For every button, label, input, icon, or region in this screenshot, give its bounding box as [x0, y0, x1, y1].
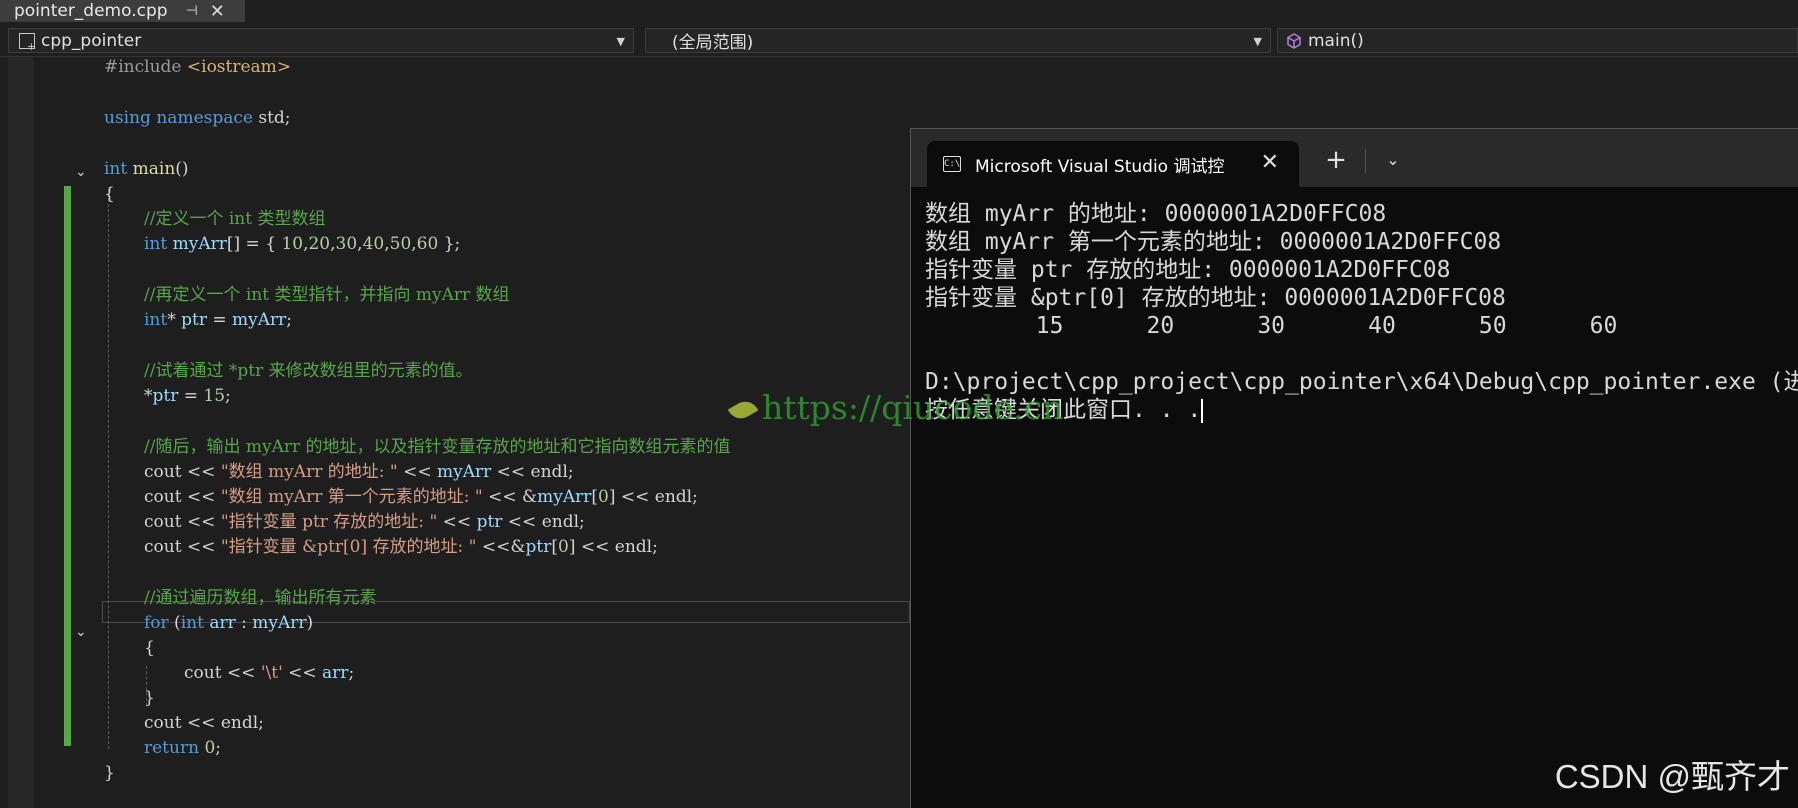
code-line: } — [144, 688, 155, 708]
project-dropdown[interactable]: cpp_pointer ▼ — [8, 28, 634, 53]
text-cursor — [1201, 398, 1204, 423]
chevron-down-icon[interactable]: ⌄ — [1373, 141, 1413, 181]
scope-dropdown[interactable]: (全局范围) ▼ — [645, 28, 1271, 53]
code-line: //随后，输出 myArr 的地址，以及指针变量存放的地址和它指向数组元素的值 — [144, 437, 731, 457]
console-line: 15 20 30 40 50 60 — [925, 313, 1618, 339]
code-line: cout << "指针变量 &ptr[0] 存放的地址: " <<&ptr[0]… — [144, 537, 658, 557]
terminal-titlebar: C:\ Microsoft Visual Studio 调试控 ✕ + ⌄ — [911, 129, 1798, 187]
code-line: } — [104, 763, 115, 783]
close-icon[interactable]: ✕ — [1261, 150, 1279, 175]
code-line: return 0; — [144, 738, 222, 758]
member-dropdown[interactable]: main() — [1277, 28, 1798, 53]
pin-icon[interactable]: ⊣ — [186, 3, 198, 19]
code-line: *ptr = 15; — [144, 386, 231, 406]
tab-strip: pointer_demo.cpp ⊣ ✕ — [0, 0, 1798, 22]
new-tab-button[interactable]: + — [1311, 141, 1361, 181]
code-line: using namespace std; — [104, 108, 291, 128]
code-line: cout << "数组 myArr 第一个元素的地址: " << &myArr[… — [144, 487, 698, 507]
debug-console-window[interactable]: C:\ Microsoft Visual Studio 调试控 ✕ + ⌄ 数组… — [910, 128, 1798, 808]
code-line: cout << endl; — [144, 713, 264, 733]
chevron-down-icon: ▼ — [616, 35, 625, 48]
terminal-tab-title: Microsoft Visual Studio 调试控 — [975, 156, 1225, 177]
console-icon: C:\ — [943, 156, 961, 172]
fold-toggle[interactable]: ⌄ — [75, 164, 87, 180]
console-line: 数组 myArr 的地址: 0000001A2D0FFC08 — [925, 201, 1387, 227]
code-line: //再定义一个 int 类型指针，并指向 myArr 数组 — [144, 285, 510, 305]
code-line: { — [104, 184, 115, 204]
code-line: cout << '\t' << arr; — [184, 663, 355, 683]
member-label: main() — [1308, 30, 1364, 51]
terminal-tab[interactable]: C:\ Microsoft Visual Studio 调试控 ✕ — [927, 141, 1299, 187]
editor-margin — [8, 57, 34, 808]
close-icon[interactable]: ✕ — [210, 1, 225, 22]
console-line: 数组 myArr 第一个元素的地址: 0000001A2D0FFC08 — [925, 229, 1502, 255]
code-line: int main() — [104, 159, 189, 179]
console-line: 指针变量 ptr 存放的地址: 0000001A2D0FFC08 — [925, 257, 1451, 283]
code-line: int* ptr = myArr; — [144, 310, 293, 330]
code-line: //试着通过 *ptr 来修改数组里的元素的值。 — [144, 361, 473, 381]
code-editor[interactable]: ⌄ ⌄ #include <iostream> using namespace … — [0, 57, 910, 808]
code-line: cout << "指针变量 ptr 存放的地址: " << ptr << end… — [144, 512, 585, 532]
code-line: cout << "数组 myArr 的地址: " << myArr << end… — [144, 462, 574, 482]
titlebar-divider — [1365, 149, 1366, 173]
watermark: https://qiucode.cn — [727, 388, 1064, 427]
leaf-icon — [727, 396, 759, 424]
navigation-bar: cpp_pointer ▼ (全局范围) ▼ main() — [0, 25, 1798, 57]
watermark-text: https://qiucode.cn — [762, 388, 1064, 427]
console-line: 指针变量 &ptr[0] 存放的地址: 0000001A2D0FFC08 — [925, 285, 1506, 311]
code-line: int myArr[] = { 10,20,30,40,50,60 }; — [144, 234, 461, 254]
code-line: #include <iostream> — [104, 57, 292, 77]
scope-label: (全局范围) — [672, 33, 754, 53]
code-line: //通过遍历数组，输出所有元素 — [144, 588, 377, 608]
document-tab-label: pointer_demo.cpp — [14, 1, 168, 21]
document-tab[interactable]: pointer_demo.cpp ⊣ ✕ — [0, 0, 245, 22]
project-label: cpp_pointer — [41, 30, 142, 51]
project-icon — [19, 32, 36, 53]
code-line: for (int arr : myArr) — [144, 613, 314, 633]
method-cube-icon — [1287, 32, 1301, 49]
fold-toggle[interactable]: ⌄ — [75, 624, 87, 640]
change-tracking-bar — [64, 186, 71, 746]
chevron-down-icon: ▼ — [1253, 35, 1262, 48]
code-line: //定义一个 int 类型数组 — [144, 209, 326, 229]
indent-guide — [108, 189, 109, 749]
code-line: { — [144, 638, 155, 658]
csdn-watermark: CSDN @甄齐才 — [1554, 758, 1790, 795]
